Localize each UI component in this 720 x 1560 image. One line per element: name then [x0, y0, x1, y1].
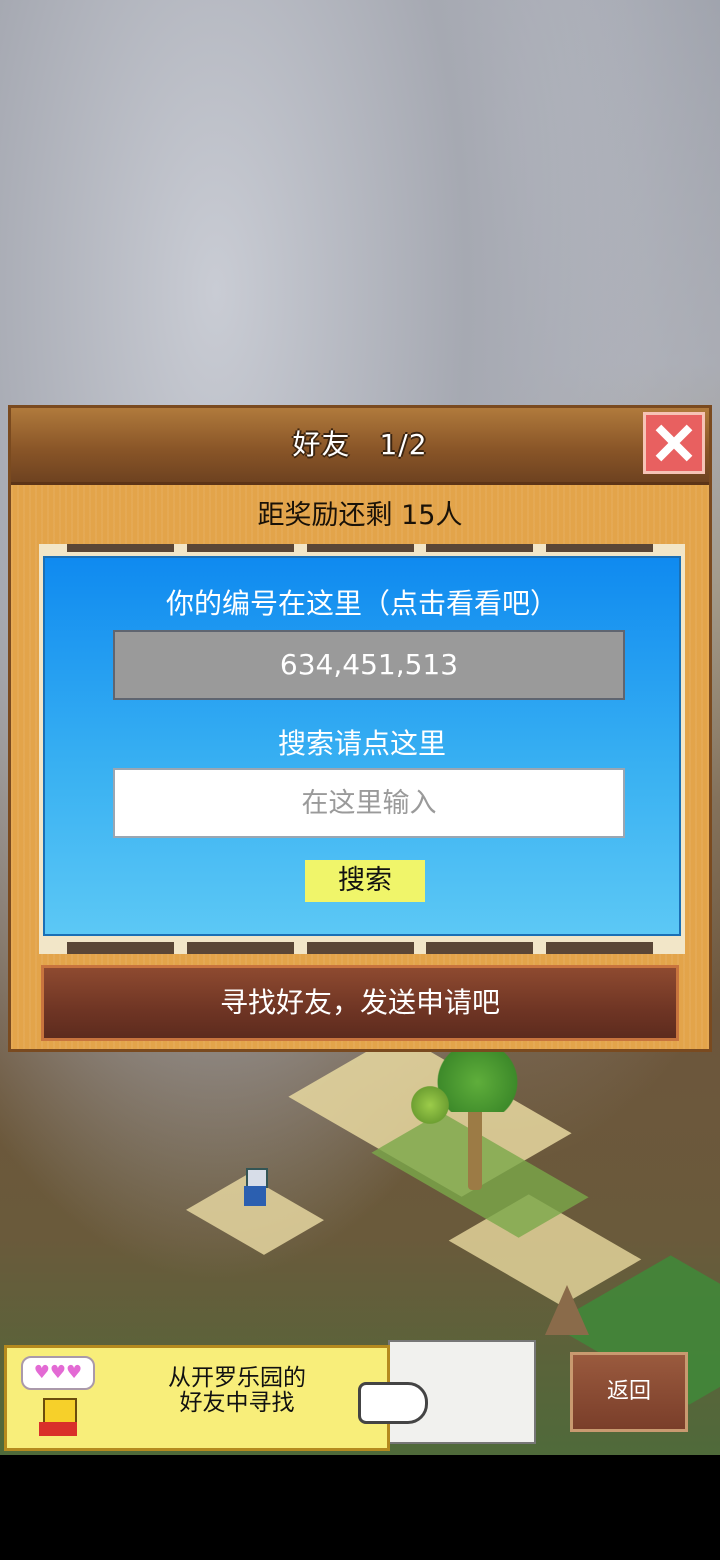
search-caption: 搜索请点这里 [277, 727, 446, 760]
friend-id-search-input[interactable] [113, 768, 625, 838]
find-friends-button[interactable]: 寻找好友，发送申请吧 [41, 965, 679, 1041]
rock-icon [545, 1285, 589, 1335]
hint-text: 从开罗乐园的 好友中寻找 [127, 1366, 347, 1416]
hint-text-line1: 从开罗乐园的 [168, 1365, 306, 1391]
id-caption[interactable]: 你的编号在这里（点击看看吧） [45, 582, 679, 622]
close-icon[interactable] [643, 412, 705, 474]
friend-search-panel: 你的编号在这里（点击看看吧） 634,451,513 搜索请点这里 搜索 [39, 544, 685, 954]
explorer-head [246, 1168, 268, 1188]
hint-text-line2: 好友中寻找 [179, 1390, 295, 1416]
friends-dialog: 好友 1/2 距奖励还剩 15人 你的编号在这里（点击看看吧） 634,451,… [8, 405, 712, 1052]
frame-notches-bottom [67, 942, 653, 954]
pointing-hand-icon [358, 1382, 428, 1424]
search-button[interactable]: 搜索 [305, 860, 425, 902]
bush-icon [410, 1085, 450, 1125]
kairo-mascot-icon: ♥♥♥ [21, 1356, 97, 1440]
blue-panel: 你的编号在这里（点击看看吧） 634,451,513 搜索请点这里 搜索 [43, 556, 681, 936]
hearts-bubble: ♥♥♥ [21, 1356, 95, 1390]
kairo-friends-hint-card[interactable]: ♥♥♥ 从开罗乐园的 好友中寻找 [4, 1345, 390, 1451]
player-id-display[interactable]: 634,451,513 [113, 630, 625, 700]
back-button[interactable]: 返回 [570, 1352, 688, 1432]
explorer-character[interactable] [240, 1168, 270, 1208]
mascot-legs [39, 1422, 77, 1436]
dialog-title: 好友 1/2 [292, 428, 428, 461]
explorer-body [244, 1186, 266, 1206]
frame-notches-top [67, 544, 653, 552]
reward-remaining-text: 距奖励还剩 15人 [257, 500, 463, 531]
